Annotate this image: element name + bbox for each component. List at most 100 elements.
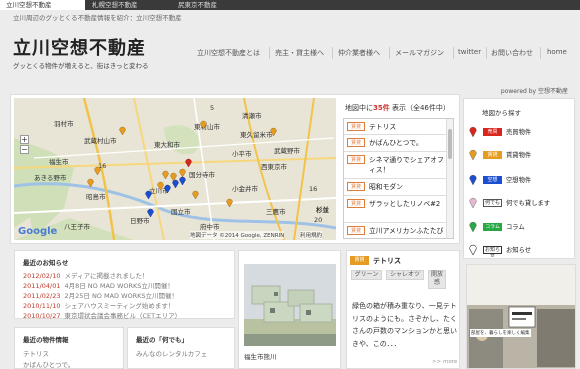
- news-item[interactable]: 2011/04/01 4月8日 NO MAD WORKS立川開催！: [23, 280, 174, 290]
- legend-item-anything[interactable]: 何でも 何でも貸します: [469, 197, 569, 211]
- listing-title[interactable]: シネマ通りでシェアオフィス！: [369, 155, 447, 175]
- legend-label: 空想物件: [506, 177, 532, 184]
- zoom-in-button[interactable]: +: [20, 135, 29, 144]
- map-pin-rent[interactable]: [119, 126, 126, 135]
- rent-tag: 賃貸: [347, 199, 365, 208]
- news-title[interactable]: 東京環状会議会事務ビル（CETエリア）: [64, 312, 181, 320]
- map-pin-rent[interactable]: [94, 166, 101, 175]
- list-item[interactable]: 賃貸 立川アメリカンふたたび: [344, 223, 447, 238]
- nav-twitter[interactable]: twitter: [458, 48, 481, 58]
- feature-chip[interactable]: 開放感: [428, 270, 446, 289]
- list-item[interactable]: 賃貸 ザラッとしたリノベ#2: [344, 196, 447, 223]
- map-pin-rent[interactable]: [200, 120, 207, 129]
- featured-title[interactable]: テトリス: [373, 256, 401, 266]
- google-logo: Google: [18, 226, 58, 237]
- scroll-thumb[interactable]: [448, 129, 452, 159]
- nav-mailmagazine[interactable]: メールマガジン: [395, 48, 444, 58]
- powered-by[interactable]: powered by 空想不動産: [501, 86, 568, 95]
- legend-item-concept[interactable]: 空想 空想物件: [469, 174, 569, 188]
- nav-agents[interactable]: 仲介業者様へ: [338, 48, 380, 58]
- news-item[interactable]: 2012/02/10 メディアに掲載されました！: [23, 270, 149, 280]
- listing-list[interactable]: 賃貸 テトリス 賃貸 かばんひとつで。 賃貸 シネマ通りでシェアオフィス！ 賃貸…: [343, 118, 454, 239]
- legend-label: お知らせ: [506, 247, 532, 254]
- listing-title[interactable]: 昭和モダン: [369, 182, 447, 192]
- list-scrollbar[interactable]: [446, 119, 453, 238]
- feature-chip[interactable]: シャレオツ: [386, 270, 424, 280]
- list-item[interactable]: 賃貸 シネマ通りでシェアオフィス！: [344, 152, 447, 179]
- map-label: 国立市: [171, 208, 191, 216]
- area-map[interactable]: 羽村市 東村山市 清瀬市 武蔵村山市 東大和市 東久留米市 福生市 小平市 西東…: [14, 98, 336, 240]
- zoom-out-button[interactable]: −: [20, 145, 29, 154]
- listing-count: 地図中に35件 表示（全46件中）: [345, 103, 450, 113]
- news-title[interactable]: 2月25日 NO MAD WORKS立川開催！: [64, 292, 178, 300]
- legend-item-news[interactable]: お知らせ お知らせ: [469, 244, 569, 259]
- map-label: 羽村市: [54, 120, 74, 128]
- site-logo[interactable]: 立川空想不動産: [13, 34, 146, 60]
- white-pin-icon: [469, 244, 477, 255]
- map-pin-concept[interactable]: [172, 179, 179, 188]
- map-pin-concept[interactable]: [147, 208, 154, 217]
- map-pin-concept[interactable]: [145, 190, 152, 199]
- advertisement[interactable]: 部屋を、暮らしを楽しく編集: [466, 264, 576, 369]
- map-pin-rent[interactable]: [87, 178, 94, 187]
- map-pin-rent[interactable]: [226, 198, 233, 207]
- map-pin-concept[interactable]: [179, 176, 186, 185]
- feature-chip[interactable]: グリーン: [351, 270, 382, 280]
- listing-title[interactable]: テトリス: [369, 122, 447, 132]
- map-pin-rent[interactable]: [157, 181, 164, 190]
- map-terms-link[interactable]: 利用規約: [300, 231, 323, 239]
- tab-tachikawa[interactable]: 立川空想不動産: [0, 0, 85, 10]
- ad-caption: 部屋を、暮らしを楽しく編集: [470, 329, 531, 337]
- news-title[interactable]: メディアに掲載されました！: [64, 272, 148, 280]
- news-title[interactable]: シェアハウスミーティング始めます！: [64, 302, 174, 310]
- nav-home[interactable]: home: [547, 48, 567, 58]
- map-pin-concept[interactable]: [164, 184, 171, 193]
- list-item[interactable]: 賃貸 かばんひとつで。: [344, 135, 447, 152]
- anything-link[interactable]: みんなのレンタルカフェ: [136, 348, 207, 358]
- site-tagline: 立川周辺のグッとくる不動産情報を紹介：立川空想不動産: [13, 14, 182, 22]
- section-title: 最近の「何でも」: [136, 336, 188, 344]
- map-pin-sale[interactable]: [185, 158, 192, 167]
- nav-contact[interactable]: お問い合わせ: [491, 48, 533, 58]
- nav-about[interactable]: 立川空想不動産とは: [197, 48, 260, 58]
- listing-title[interactable]: かばんひとつで。: [369, 138, 447, 148]
- legend-item-column[interactable]: コラム コラム: [469, 221, 569, 235]
- nav-sellers[interactable]: 売主・貸主様へ: [275, 48, 324, 58]
- legend-label: 何でも貸します: [506, 200, 551, 207]
- blue-pin-icon: [469, 174, 477, 185]
- list-item[interactable]: 賃貸 テトリス: [344, 119, 447, 135]
- property-link[interactable]: かばんひとつで。: [23, 359, 74, 369]
- map-label: 小金井市: [232, 185, 258, 193]
- rent-tag: 賃貸: [347, 182, 365, 191]
- legend-title: 地図から探す: [482, 109, 521, 117]
- tab-sapporo[interactable]: 札幌空想不動産: [86, 0, 172, 10]
- recent-news-panel: 最近のお知らせ 2012/02/10 メディアに掲載されました！ 2011/04/…: [14, 250, 235, 320]
- news-item[interactable]: 2011/02/23 2月25日 NO MAD WORKS立川開催！: [23, 290, 178, 300]
- count-number: 35件: [373, 104, 390, 112]
- property-photo[interactable]: [244, 264, 336, 346]
- tab-tokyo[interactable]: 尻東京不動産: [172, 0, 258, 10]
- news-title[interactable]: 4月8日 NO MAD WORKS立川開催！: [64, 282, 173, 290]
- map-pin-rent[interactable]: [270, 127, 277, 136]
- ad-image: [467, 265, 575, 368]
- property-link[interactable]: テトリス: [23, 348, 49, 358]
- more-link[interactable]: >> more: [432, 359, 457, 365]
- listing-title[interactable]: 立川アメリカンふたたび: [369, 226, 447, 236]
- listing-title[interactable]: ザラッとしたリノベ#2: [369, 199, 447, 209]
- news-date: 2011/04/01: [23, 282, 61, 290]
- map-label: 福生市: [49, 158, 69, 166]
- map-label: 西東京市: [261, 163, 287, 171]
- map-pin-rent[interactable]: [192, 190, 199, 199]
- news-item[interactable]: 2010/11/10 シェアハウスミーティング始めます！: [23, 300, 174, 310]
- map-attribution: 地図データ ©2014 Google, ZENRIN: [190, 231, 285, 239]
- list-item[interactable]: 賃貸 昭和モダン: [344, 179, 447, 196]
- map-label: 杉並: [316, 206, 329, 214]
- route-label: 16: [309, 185, 318, 193]
- legend-item-rent[interactable]: 賃貸 賃貸物件: [469, 149, 569, 163]
- legend-item-sale[interactable]: 売買 売買物件: [469, 126, 569, 140]
- legend-tag: 賃貸: [483, 151, 502, 159]
- map-label: 東久留米市: [240, 131, 273, 139]
- map-pin-rent[interactable]: [162, 170, 169, 179]
- news-item[interactable]: 2010/10/27 東京環状会議会事務ビル（CETエリア）: [23, 310, 181, 320]
- nav-divider: [486, 47, 487, 59]
